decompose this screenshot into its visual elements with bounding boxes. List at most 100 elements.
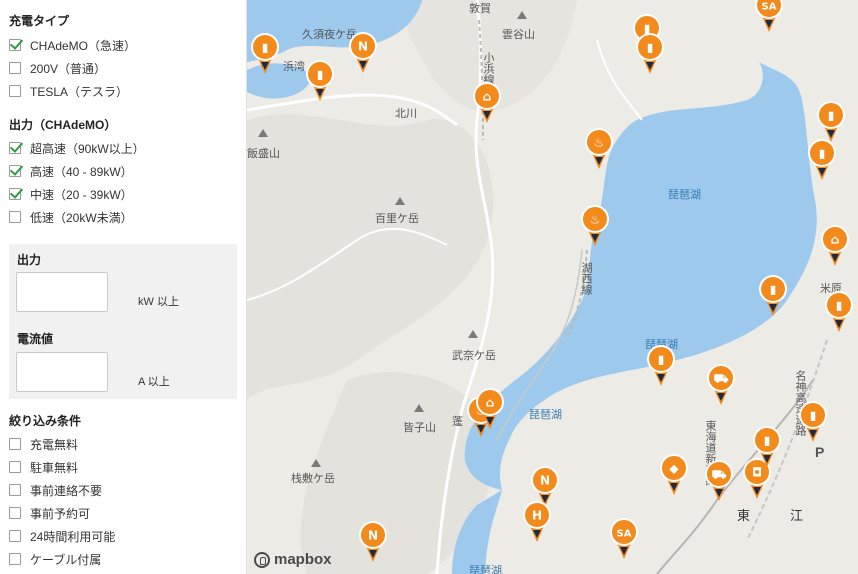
svg-text:◆: ◆ xyxy=(669,462,679,476)
low-checkbox[interactable] xyxy=(9,211,21,223)
charger-pin-nissan-icon[interactable]: N xyxy=(347,31,379,75)
charger-pin-ev-station-icon[interactable]: ▮ xyxy=(797,400,829,444)
svg-text:H: H xyxy=(532,509,542,523)
conditions-title: 絞り込み条件 xyxy=(9,414,82,428)
label-hyakurigatake: 百里ケ岳 xyxy=(375,213,419,225)
charger-pin-ev-station-icon[interactable]: ▮ xyxy=(806,138,838,182)
24h-label: 24時間利用可能 xyxy=(30,529,116,544)
label-kitagawa: 北川 xyxy=(395,108,417,120)
free-charge-checkbox[interactable] xyxy=(9,438,21,450)
reservable-label: 事前予約可 xyxy=(30,506,91,521)
label-unpinsan: 雲谷山 xyxy=(502,29,535,41)
charger-pin-shopping-cart-icon[interactable]: ⛟ xyxy=(705,363,737,407)
label-oumi: 江 xyxy=(790,508,804,523)
filter-sidebar: 充電タイプ CHAdeMO（急速） 200V（普通） TESLA（テスラ） 出力… xyxy=(0,0,247,574)
label-bunagatake: 武奈ケ岳 xyxy=(452,350,496,362)
svg-text:▮: ▮ xyxy=(810,409,817,423)
filter-chademo[interactable]: CHAdeMO（急速） xyxy=(9,37,136,53)
chademo-checkbox[interactable] xyxy=(9,39,21,51)
filter-ultra-fast[interactable]: 超高速（90kW以上） xyxy=(9,140,145,156)
cable-checkbox[interactable] xyxy=(9,553,21,565)
svg-text:⛟: ⛟ xyxy=(711,468,726,482)
no-prior-contact-checkbox[interactable] xyxy=(9,484,21,496)
fast-checkbox[interactable] xyxy=(9,165,21,177)
svg-text:SA: SA xyxy=(762,2,777,13)
svg-text:N: N xyxy=(358,40,368,54)
charger-pin-ev-station-icon[interactable]: ▮ xyxy=(751,425,783,469)
svg-text:▮: ▮ xyxy=(658,353,665,367)
charger-pin-factory-icon[interactable]: ⌂ xyxy=(471,81,503,125)
svg-text:▮: ▮ xyxy=(828,109,835,123)
charger-pin-ev-station-icon[interactable]: ▮ xyxy=(304,59,336,103)
filter-fast[interactable]: 高速（40 - 89kW） xyxy=(9,163,133,179)
charger-pin-honda-icon[interactable]: H xyxy=(521,500,553,544)
200v-checkbox[interactable] xyxy=(9,62,21,74)
svg-text:⛟: ⛟ xyxy=(713,372,728,386)
label-biwako-bottom: 琵琶湖 xyxy=(469,565,502,574)
label-biwako-north: 琵琶湖 xyxy=(668,189,701,201)
filter-medium[interactable]: 中速（20 - 39kW） xyxy=(9,186,133,202)
charger-pin-ev-station-icon[interactable]: ▮ xyxy=(634,32,666,76)
power-unit: kW 以上 xyxy=(138,296,179,308)
filter-cable[interactable]: ケーブル付属 xyxy=(9,551,101,567)
svg-text:▮: ▮ xyxy=(819,147,826,161)
charger-pin-factory-icon[interactable]: ⌂ xyxy=(474,387,506,431)
charger-pin-ev-station-icon[interactable]: ▮ xyxy=(645,344,677,388)
reservable-checkbox[interactable] xyxy=(9,507,21,519)
24h-checkbox[interactable] xyxy=(9,530,21,542)
free-parking-checkbox[interactable] xyxy=(9,461,21,473)
charger-pin-onsen-icon[interactable]: ♨ xyxy=(583,127,615,171)
power-input[interactable] xyxy=(16,272,108,312)
svg-text:▮: ▮ xyxy=(764,434,771,448)
tesla-label: TESLA（テスラ） xyxy=(30,84,129,99)
svg-text:SA: SA xyxy=(617,529,632,540)
svg-text:▮: ▮ xyxy=(836,299,843,313)
cable-label: ケーブル付属 xyxy=(30,552,102,567)
ultra-fast-checkbox[interactable] xyxy=(9,142,21,154)
free-charge-label: 充電無料 xyxy=(30,437,79,452)
svg-text:▮: ▮ xyxy=(317,68,324,82)
charge-type-title: 充電タイプ xyxy=(9,14,70,28)
medium-checkbox[interactable] xyxy=(9,188,21,200)
charger-pin-ev-station-icon[interactable]: ▮ xyxy=(249,32,281,76)
no-prior-contact-label: 事前連絡不要 xyxy=(30,483,103,498)
charger-pin-mitsubishi-icon[interactable]: ◆ xyxy=(658,453,690,497)
current-input[interactable] xyxy=(16,352,108,392)
chademo-label: CHAdeMO（急速） xyxy=(30,38,137,53)
free-parking-label: 駐車無料 xyxy=(30,460,79,475)
label-hourai: 蓬 xyxy=(452,416,463,428)
mapbox-attribution[interactable]: mapbox xyxy=(254,551,332,568)
label-kosei-line: 湖西線 xyxy=(580,262,592,295)
charger-pin-nissan-icon[interactable]: N xyxy=(357,520,389,564)
power-label: 出力 xyxy=(17,253,42,267)
label-minakosan: 皆子山 xyxy=(403,422,436,434)
charger-pin-sa-icon[interactable]: SA xyxy=(753,0,785,34)
filter-tesla[interactable]: TESLA（テスラ） xyxy=(9,83,128,99)
filter-low[interactable]: 低速（20kW未満） xyxy=(9,209,133,225)
ultra-fast-label: 超高速（90kW以上） xyxy=(30,141,145,156)
svg-text:♨: ♨ xyxy=(590,213,601,227)
svg-text:▮: ▮ xyxy=(262,41,269,55)
charger-pin-ev-station-icon[interactable]: ▮ xyxy=(823,290,855,334)
current-label: 電流値 xyxy=(17,332,54,346)
label-hama-bay: 浜湾 xyxy=(283,61,305,73)
low-label: 低速（20kW未満） xyxy=(30,210,133,225)
label-parking: P xyxy=(815,444,825,460)
filter-free-charge[interactable]: 充電無料 xyxy=(9,436,78,452)
filter-200v[interactable]: 200V（普通） xyxy=(9,60,106,76)
charger-pin-sa-icon[interactable]: SA xyxy=(608,517,640,561)
map-view[interactable]: 久須夜ケ岳 敦賀 小浜線 雲谷山 浜湾 北川 飯盛山 百里ケ岳 琵琶湖 琵琶湖 … xyxy=(247,0,858,574)
tesla-checkbox[interactable] xyxy=(9,85,21,97)
filter-24h[interactable]: 24時間利用可能 xyxy=(9,528,115,544)
mapbox-text: mapbox xyxy=(274,551,332,568)
output-panel: 出力 kW 以上 電流値 A 以上 xyxy=(9,244,237,399)
charger-pin-shopping-cart-icon[interactable]: ⛟ xyxy=(703,459,735,503)
label-shiga-top: 敦賀 xyxy=(469,3,491,15)
filter-reservable[interactable]: 事前予約可 xyxy=(9,505,90,521)
label-iimoriyama: 飯盛山 xyxy=(247,148,280,160)
filter-no-prior-contact[interactable]: 事前連絡不要 xyxy=(9,482,102,498)
charger-pin-onsen-icon[interactable]: ♨ xyxy=(579,204,611,248)
charger-pin-factory-icon[interactable]: ⌂ xyxy=(819,224,851,268)
charger-pin-ev-station-icon[interactable]: ▮ xyxy=(757,274,789,318)
filter-free-parking[interactable]: 駐車無料 xyxy=(9,459,78,475)
